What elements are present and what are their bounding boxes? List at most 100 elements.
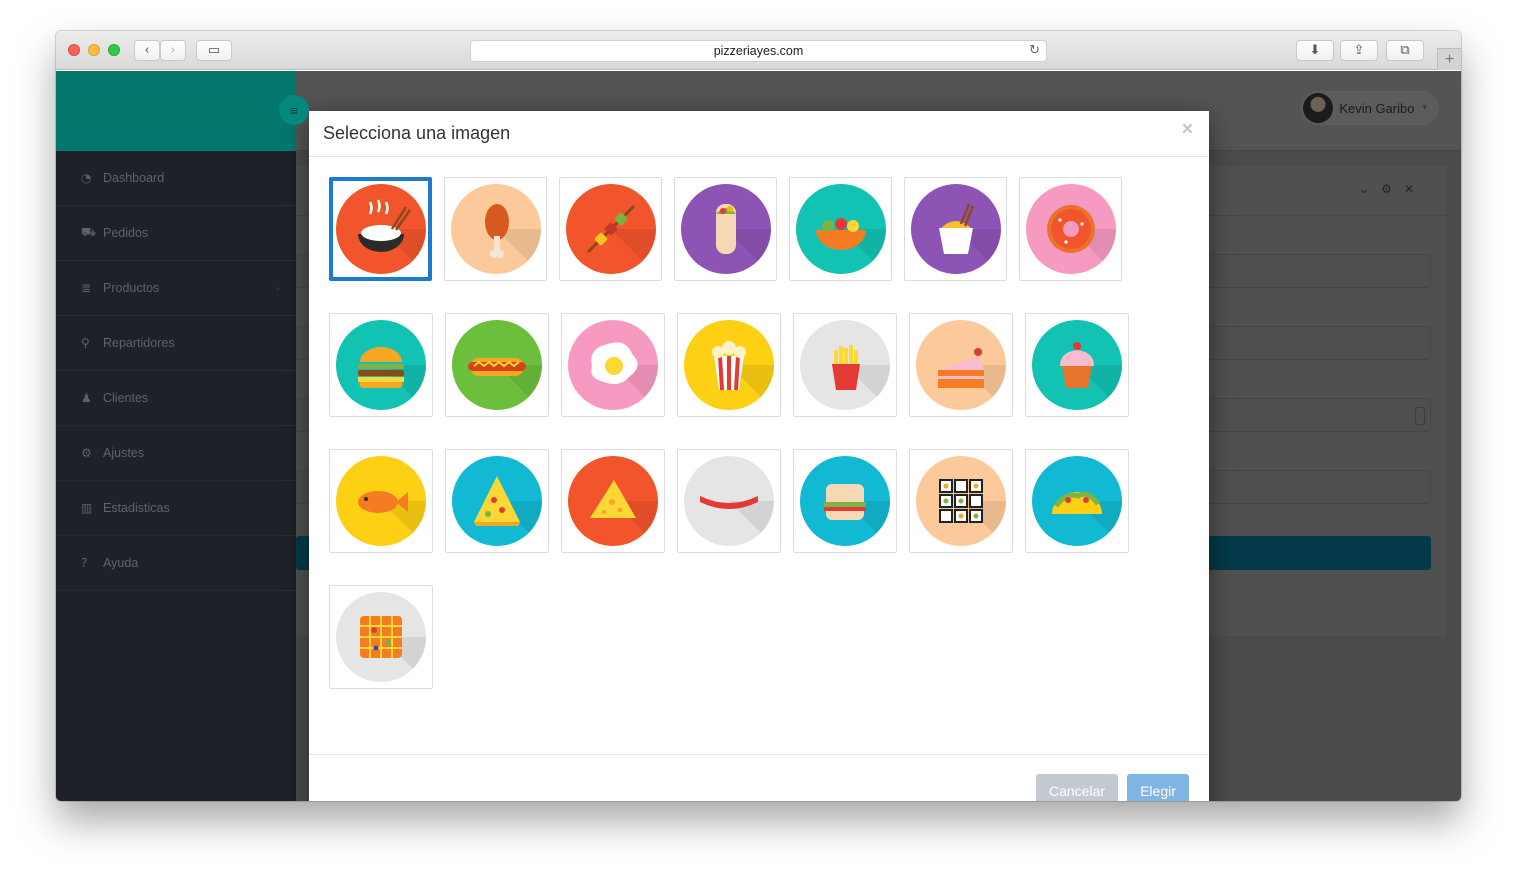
back-button[interactable]: ‹ (134, 40, 160, 61)
app: ◔ Dashboard ⛟ Pedidos ≣ Productos › ⚲ Reparti… (56, 71, 1461, 801)
avatar (1303, 93, 1334, 123)
sausage-icon (684, 456, 774, 546)
cake-slice-icon (916, 320, 1006, 410)
modal-footer: Cancelar Elegir (309, 754, 1209, 801)
image-option-popcorn[interactable] (677, 313, 781, 417)
close-window-button[interactable] (68, 44, 80, 56)
image-option-burger[interactable] (329, 313, 433, 417)
image-option-fish[interactable] (329, 449, 433, 553)
sidebar-item-label: Repartidores (103, 336, 175, 350)
image-option-burrito[interactable] (674, 177, 777, 281)
french-fries-icon (800, 320, 890, 410)
new-tab-button[interactable]: + (1437, 48, 1461, 70)
sidebar-item-pedidos[interactable]: ⛟ Pedidos (56, 206, 296, 261)
image-option-pizza-slice[interactable] (445, 449, 549, 553)
brand-area (56, 71, 296, 151)
image-row (329, 177, 1189, 281)
image-grid (329, 177, 1189, 721)
cupcake-icon (1032, 320, 1122, 410)
share-button[interactable]: ⇪ (1340, 40, 1378, 61)
database-icon: ≣ (81, 281, 92, 295)
help-icon: ? (81, 556, 88, 570)
hot-dog-icon (452, 320, 542, 410)
image-row (329, 585, 1189, 689)
popcorn-icon (684, 320, 774, 410)
bar-chart-icon: ▥ (81, 501, 93, 515)
sushi-rolls-icon (916, 456, 1006, 546)
chevron-right-icon: › (170, 43, 176, 58)
fried-egg-icon (568, 320, 658, 410)
reload-icon[interactable]: ↻ (1029, 43, 1040, 58)
hamburger-icon: ≡ (290, 102, 298, 118)
image-option-fried-egg[interactable] (561, 313, 665, 417)
url-text: pizzeriayes.com (713, 44, 804, 58)
image-option-donut[interactable] (1019, 177, 1122, 281)
donut-icon (1025, 184, 1116, 274)
sidebar-item-estadisticas[interactable]: ▥ Estadisticas (56, 481, 296, 536)
rice-bowl-icon (335, 184, 426, 274)
dashboard-icon: ◔ (81, 171, 92, 185)
sidebar-item-productos[interactable]: ≣ Productos › (56, 261, 296, 316)
modal-header: Selecciona una imagen × (309, 111, 1209, 157)
sidebar-item-ajustes[interactable]: ⚙ Ajustes (56, 426, 296, 481)
plus-icon: + (1444, 50, 1455, 68)
pizza-slice-icon (452, 456, 542, 546)
download-icon: ⬇ (1309, 43, 1321, 58)
cogs-icon: ⚙ (81, 446, 92, 460)
motorcycle-icon: ⚲ (81, 336, 90, 350)
sidebar-item-repartidores[interactable]: ⚲ Repartidores (56, 316, 296, 371)
image-option-sausage[interactable] (677, 449, 781, 553)
sandwich-icon (800, 456, 890, 546)
image-option-chicken-leg[interactable] (444, 177, 547, 281)
sidebar-toggle-button[interactable]: ▭ (196, 40, 232, 61)
image-row (329, 449, 1189, 553)
close-icon[interactable]: × (1182, 119, 1193, 141)
kebab-skewer-icon (565, 184, 656, 274)
burger-icon (336, 320, 426, 410)
image-option-cheese[interactable] (561, 449, 665, 553)
cart-icon: ⛟ (81, 225, 97, 239)
address-bar[interactable]: pizzeriayes.com ↻ (470, 40, 1047, 62)
cancel-button[interactable]: Cancelar (1036, 774, 1118, 801)
image-option-cupcake[interactable] (1025, 313, 1129, 417)
sidebar-item-label: Clientes (103, 391, 149, 405)
panel-tools-icons[interactable]: ⌄⚙✕ (1359, 182, 1426, 196)
image-option-cake-slice[interactable] (909, 313, 1013, 417)
image-option-sushi-rolls[interactable] (909, 449, 1013, 553)
sidebar-nav: ◔ Dashboard ⛟ Pedidos ≣ Productos › ⚲ Reparti… (56, 151, 296, 591)
noodle-box-icon (910, 184, 1001, 274)
sidebar-item-ayuda[interactable]: ? Ayuda (56, 536, 296, 591)
image-option-hot-dog[interactable] (445, 313, 549, 417)
image-option-taco[interactable] (1025, 449, 1129, 553)
share-icon: ⇪ (1353, 43, 1365, 58)
taco-icon (1032, 456, 1122, 546)
image-option-sandwich[interactable] (793, 449, 897, 553)
sidebar-item-label: Ayuda (103, 556, 139, 570)
downloads-button[interactable]: ⬇ (1296, 40, 1334, 61)
user-name: Kevin Garibo (1339, 100, 1415, 116)
image-option-waffle[interactable] (329, 585, 433, 689)
spinner-icon[interactable] (1415, 407, 1425, 425)
image-picker-modal: Selecciona una imagen × Cancelar Elegir (309, 111, 1209, 801)
burrito-icon (680, 184, 771, 274)
sidebar-item-dashboard[interactable]: ◔ Dashboard (56, 151, 296, 206)
image-option-kebab-skewer[interactable] (559, 177, 662, 281)
browser-window: ‹ › ▭ pizzeriayes.com ↻ ⬇ ⇪ ⧉ + ◔ Dashboa… (56, 31, 1461, 801)
sidebar-item-clientes[interactable]: ♟ Clientes (56, 371, 296, 426)
image-option-french-fries[interactable] (793, 313, 897, 417)
menu-toggle-button[interactable]: ≡ (279, 95, 309, 125)
zoom-window-button[interactable] (108, 44, 120, 56)
image-option-rice-bowl[interactable] (329, 177, 432, 281)
users-icon: ♟ (81, 391, 92, 405)
user-menu[interactable]: Kevin Garibo ▾ (1301, 91, 1439, 125)
choose-button[interactable]: Elegir (1127, 774, 1189, 801)
modal-title: Selecciona una imagen (323, 123, 511, 143)
image-option-salad-bowl[interactable] (789, 177, 892, 281)
minimize-window-button[interactable] (88, 44, 100, 56)
forward-button[interactable]: › (160, 40, 186, 61)
tab-overview-button[interactable]: ⧉ (1386, 40, 1424, 61)
browser-titlebar: ‹ › ▭ pizzeriayes.com ↻ ⬇ ⇪ ⧉ + (56, 31, 1461, 70)
image-option-noodle-box[interactable] (904, 177, 1007, 281)
sidebar-icon: ▭ (207, 43, 221, 58)
chevron-left-icon: ‹ (144, 43, 150, 58)
